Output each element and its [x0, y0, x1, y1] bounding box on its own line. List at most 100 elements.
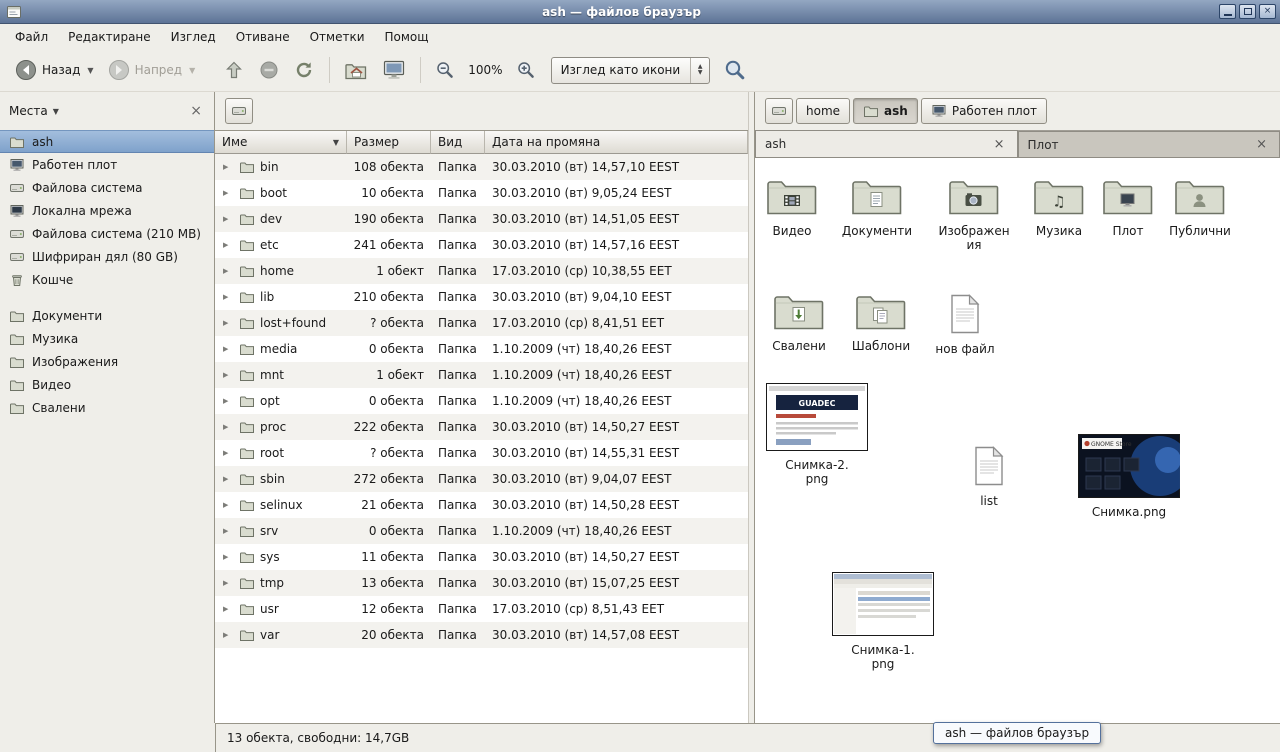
- expander-icon[interactable]: ▶: [223, 423, 234, 431]
- icon-item-music[interactable]: ♫Музика: [1021, 175, 1097, 238]
- menu-go[interactable]: Отиване: [227, 27, 299, 47]
- expander-icon[interactable]: ▶: [223, 293, 234, 301]
- file-row-srv[interactable]: ▶srv0 обектаПапка1.10.2009 (чт) 18,40,26…: [215, 518, 748, 544]
- icon-item-video[interactable]: Видео: [759, 175, 825, 238]
- sidebar-item-music[interactable]: Музика: [0, 327, 214, 350]
- forward-history-dropdown-icon[interactable]: ▼: [189, 66, 195, 75]
- icon-item-public[interactable]: Публични: [1157, 175, 1243, 238]
- sidebar-close-button[interactable]: ×: [187, 103, 205, 119]
- sidebar-item-downloads[interactable]: Свалени: [0, 396, 214, 419]
- right-pathbar-button-ash[interactable]: ash: [853, 98, 918, 124]
- expander-icon[interactable]: ▶: [223, 397, 234, 405]
- file-row-sys[interactable]: ▶sys11 обектаПапка30.03.2010 (вт) 14,50,…: [215, 544, 748, 570]
- file-row-proc[interactable]: ▶proc222 обектаПапка30.03.2010 (вт) 14,5…: [215, 414, 748, 440]
- minimize-button[interactable]: [1219, 4, 1236, 19]
- expander-icon[interactable]: ▶: [223, 449, 234, 457]
- sidebar-item-local-network[interactable]: Локална мрежа: [0, 199, 214, 222]
- column-header-2[interactable]: Вид: [431, 131, 485, 154]
- file-row-bin[interactable]: ▶bin108 обектаПапка30.03.2010 (вт) 14,57…: [215, 154, 748, 180]
- right-pathbar-button-home[interactable]: home: [796, 98, 850, 124]
- file-row-lib[interactable]: ▶lib210 обектаПапка30.03.2010 (вт) 9,04,…: [215, 284, 748, 310]
- file-row-lost+found[interactable]: ▶lost+found? обектаПапка17.03.2010 (ср) …: [215, 310, 748, 336]
- zoom-in-button[interactable]: [509, 56, 543, 84]
- back-history-dropdown-icon[interactable]: ▼: [87, 66, 93, 75]
- expander-icon[interactable]: ▶: [223, 163, 234, 171]
- tab-close-icon[interactable]: ×: [991, 138, 1008, 151]
- column-header-0[interactable]: Име▼: [215, 131, 347, 154]
- tab-close-icon[interactable]: ×: [1253, 138, 1270, 151]
- file-row-media[interactable]: ▶media0 обектаПапка1.10.2009 (чт) 18,40,…: [215, 336, 748, 362]
- icon-item-documents[interactable]: Документи: [831, 175, 923, 238]
- back-button[interactable]: Назад ▼: [8, 55, 101, 85]
- sidebar-title-dropdown-icon[interactable]: ▼: [53, 107, 59, 116]
- sidebar-item-filesystem[interactable]: Файлова система: [0, 176, 214, 199]
- sidebar-item-ash[interactable]: ash: [0, 130, 214, 153]
- file-row-home[interactable]: ▶home1 обектПапка17.03.2010 (ср) 10,38,5…: [215, 258, 748, 284]
- file-row-etc[interactable]: ▶etc241 обектаПапка30.03.2010 (вт) 14,57…: [215, 232, 748, 258]
- file-row-boot[interactable]: ▶boot10 обектаПапка30.03.2010 (вт) 9,05,…: [215, 180, 748, 206]
- icon-item-snimka-2[interactable]: GUADECСнимка-2.png: [765, 383, 869, 486]
- icon-item-desktop[interactable]: Плот: [1099, 175, 1157, 238]
- file-row-tmp[interactable]: ▶tmp13 обектаПапка30.03.2010 (вт) 15,07,…: [215, 570, 748, 596]
- sidebar-item-trash[interactable]: Кошче: [0, 268, 214, 291]
- sidebar-item-encrypted-80[interactable]: Шифриран дял (80 GB): [0, 245, 214, 268]
- menu-view[interactable]: Изглед: [162, 27, 225, 47]
- file-row-sbin[interactable]: ▶sbin272 обектаПапка30.03.2010 (вт) 9,04…: [215, 466, 748, 492]
- right-pathbar-button-root[interactable]: [765, 98, 793, 124]
- expander-icon[interactable]: ▶: [223, 631, 234, 639]
- sidebar-item-documents[interactable]: Документи: [0, 304, 214, 327]
- icon-item-new-file[interactable]: нов файл: [929, 293, 1001, 356]
- expander-icon[interactable]: ▶: [223, 475, 234, 483]
- tab-ash[interactable]: ash×: [755, 130, 1018, 157]
- menu-bookmarks[interactable]: Отметки: [301, 27, 374, 47]
- expander-icon[interactable]: ▶: [223, 579, 234, 587]
- file-row-root[interactable]: ▶root? обектаПапка30.03.2010 (вт) 14,55,…: [215, 440, 748, 466]
- file-row-usr[interactable]: ▶usr12 обектаПапка17.03.2010 (ср) 8,51,4…: [215, 596, 748, 622]
- home-button[interactable]: [337, 55, 375, 85]
- left-pathbar-button-root[interactable]: [225, 98, 253, 124]
- sidebar-item-desktop[interactable]: Работен плот: [0, 153, 214, 176]
- expander-icon[interactable]: ▶: [223, 553, 234, 561]
- expander-icon[interactable]: ▶: [223, 241, 234, 249]
- tab-plot[interactable]: Плот×: [1018, 131, 1280, 157]
- expander-icon[interactable]: ▶: [223, 189, 234, 197]
- menu-edit[interactable]: Редактиране: [59, 27, 160, 47]
- icon-item-downloads[interactable]: Свалени: [761, 290, 837, 353]
- column-header-3[interactable]: Дата на промяна: [485, 131, 748, 154]
- menu-file[interactable]: Файл: [6, 27, 57, 47]
- up-button[interactable]: [216, 55, 252, 85]
- right-pathbar-button-desktop[interactable]: Работен плот: [921, 98, 1047, 124]
- icon-item-snimka[interactable]: GNOME StoreСнимка.png: [1073, 434, 1185, 519]
- close-button[interactable]: ×: [1259, 4, 1276, 19]
- icon-item-images[interactable]: Изображения: [935, 175, 1013, 252]
- view-mode-select[interactable]: Изглед като икони ▲▼: [551, 57, 711, 84]
- expander-icon[interactable]: ▶: [223, 605, 234, 613]
- computer-button[interactable]: [375, 55, 413, 85]
- sidebar-item-filesystem-210[interactable]: Файлова система (210 MB): [0, 222, 214, 245]
- file-row-var[interactable]: ▶var20 обектаПапка30.03.2010 (вт) 14,57,…: [215, 622, 748, 648]
- sidebar-title[interactable]: Места: [9, 104, 48, 118]
- stop-button[interactable]: [252, 56, 286, 84]
- forward-button[interactable]: Напред ▼: [101, 55, 203, 85]
- file-row-selinux[interactable]: ▶selinux21 обектаПапка30.03.2010 (вт) 14…: [215, 492, 748, 518]
- zoom-out-button[interactable]: [428, 56, 462, 84]
- sidebar-item-images[interactable]: Изображения: [0, 350, 214, 373]
- expander-icon[interactable]: ▶: [223, 501, 234, 509]
- expander-icon[interactable]: ▶: [223, 371, 234, 379]
- expander-icon[interactable]: ▶: [223, 267, 234, 275]
- icon-item-list[interactable]: list: [961, 445, 1017, 508]
- reload-button[interactable]: [286, 55, 322, 85]
- pane-splitter[interactable]: [748, 92, 755, 723]
- column-header-1[interactable]: Размер: [347, 131, 431, 154]
- file-row-mnt[interactable]: ▶mnt1 обектПапка1.10.2009 (чт) 18,40,26 …: [215, 362, 748, 388]
- menu-help[interactable]: Помощ: [376, 27, 438, 47]
- file-row-dev[interactable]: ▶dev190 обектаПапка30.03.2010 (вт) 14,51…: [215, 206, 748, 232]
- maximize-button[interactable]: [1239, 4, 1256, 19]
- expander-icon[interactable]: ▶: [223, 215, 234, 223]
- expander-icon[interactable]: ▶: [223, 319, 234, 327]
- file-row-opt[interactable]: ▶opt0 обектаПапка1.10.2009 (чт) 18,40,26…: [215, 388, 748, 414]
- expander-icon[interactable]: ▶: [223, 527, 234, 535]
- icon-item-snimka-1[interactable]: Снимка-1.png: [831, 572, 935, 671]
- sidebar-item-video[interactable]: Видео: [0, 373, 214, 396]
- icon-item-templates[interactable]: Шаблони: [841, 290, 921, 353]
